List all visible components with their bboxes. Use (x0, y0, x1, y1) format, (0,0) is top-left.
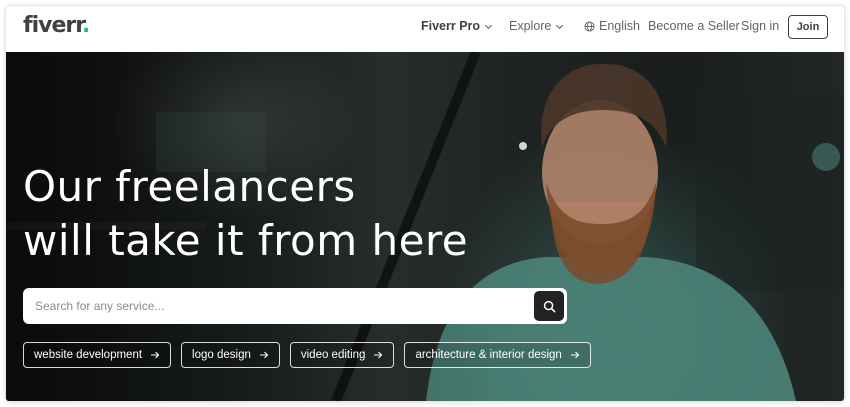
chip-video-editing[interactable]: video editing (289, 342, 395, 368)
chip-label: website development (34, 349, 143, 361)
arrow-right-icon (151, 351, 160, 359)
chip-logo-design[interactable]: logo design (181, 342, 280, 368)
hero-headline-line-2: will take it from here (23, 216, 469, 265)
nav-become-seller[interactable]: Become a Seller (648, 19, 740, 33)
chip-label: video editing (300, 349, 366, 361)
hero-headline: Our freelancers will take it from here (23, 160, 468, 268)
chip-label: architecture & interior design (415, 349, 562, 361)
nav-sign-in[interactable]: Sign in (741, 19, 779, 33)
nav-fiverr-pro[interactable]: Fiverr Pro (421, 19, 493, 33)
chevron-down-icon (485, 24, 493, 29)
nav-sign-in-label: Sign in (741, 19, 780, 33)
search-bar (23, 288, 567, 324)
top-navbar: fiverr. Fiverr Pro Explore English Becom… (6, 6, 844, 53)
nav-language-label: English (599, 19, 640, 33)
nav-language[interactable]: English (584, 19, 640, 33)
hero-section: Our freelancers will take it from here w… (6, 52, 844, 401)
chip-architecture-interior-design[interactable]: architecture & interior design (404, 342, 591, 368)
join-button-label: Join (796, 21, 820, 33)
search-button[interactable] (534, 291, 564, 321)
arrow-right-icon (259, 351, 269, 359)
search-input[interactable] (33, 298, 517, 314)
arrow-right-icon (374, 351, 383, 359)
popular-services: website development logo design video ed… (23, 342, 591, 368)
logo-text: fiverr (23, 13, 83, 38)
chevron-down-icon (556, 24, 564, 29)
globe-icon (584, 20, 595, 32)
nav-explore-label: Explore (509, 19, 552, 33)
logo-dot: . (81, 13, 90, 38)
hero-headline-line-1: Our freelancers (23, 162, 356, 211)
nav-fiverr-pro-label: Fiverr Pro (421, 19, 481, 33)
fiverr-logo[interactable]: fiverr. (23, 13, 90, 38)
browser-viewport: fiverr. Fiverr Pro Explore English Becom… (6, 6, 844, 401)
search-icon (543, 300, 555, 312)
arrow-right-icon (570, 351, 580, 359)
join-button[interactable]: Join (788, 15, 828, 39)
nav-explore[interactable]: Explore (509, 19, 564, 33)
nav-become-seller-label: Become a Seller (648, 19, 740, 33)
chip-label: logo design (192, 349, 251, 361)
chip-website-development[interactable]: website development (23, 342, 172, 368)
